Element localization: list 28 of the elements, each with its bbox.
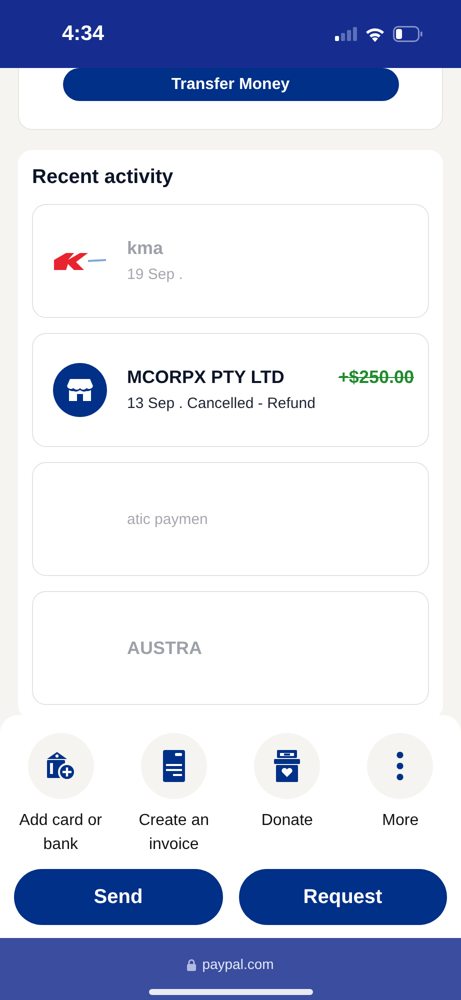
logo-icon bbox=[54, 252, 106, 270]
transaction-detail: 19 Sep . bbox=[127, 265, 184, 286]
wifi-icon bbox=[365, 26, 385, 42]
lock-icon bbox=[187, 958, 196, 970]
transaction-detail: atic paymen bbox=[127, 510, 209, 530]
merchant-name: kma bbox=[127, 237, 164, 260]
action-label[interactable]: Donate bbox=[233, 809, 342, 833]
section-title: Recent activity bbox=[32, 165, 174, 189]
more-icon bbox=[396, 751, 404, 781]
merchant-name: MCORPX PTY LTD bbox=[127, 366, 284, 390]
clock-time: 4:34 bbox=[62, 21, 104, 48]
transaction-detail: 13 Sep . Cancelled - Refund bbox=[127, 394, 316, 414]
merchant-name: AUSTRA bbox=[127, 636, 202, 660]
bank-add-icon bbox=[46, 751, 76, 781]
store-icon bbox=[53, 363, 107, 417]
signal-icon bbox=[335, 27, 357, 41]
document-icon bbox=[162, 750, 185, 782]
battery-icon bbox=[393, 26, 423, 42]
url-text[interactable]: paypal.com bbox=[202, 954, 274, 975]
action-pill-button[interactable]: Send bbox=[14, 869, 222, 925]
donation-box-icon bbox=[274, 750, 300, 782]
action-label[interactable]: Create an invoice bbox=[120, 809, 228, 857]
amount: +$250.00 bbox=[338, 366, 414, 390]
activity-card[interactable]: MCORPX PTY LTD +$250.00 13 Sep . Cancelled - Refund bbox=[32, 333, 429, 447]
action-label[interactable]: Add card or bank bbox=[6, 809, 115, 857]
action-label[interactable]: More bbox=[346, 809, 454, 833]
action-pill-button[interactable]: Request bbox=[238, 869, 447, 925]
transfer-money-button[interactable]: Transfer Money bbox=[62, 68, 398, 101]
